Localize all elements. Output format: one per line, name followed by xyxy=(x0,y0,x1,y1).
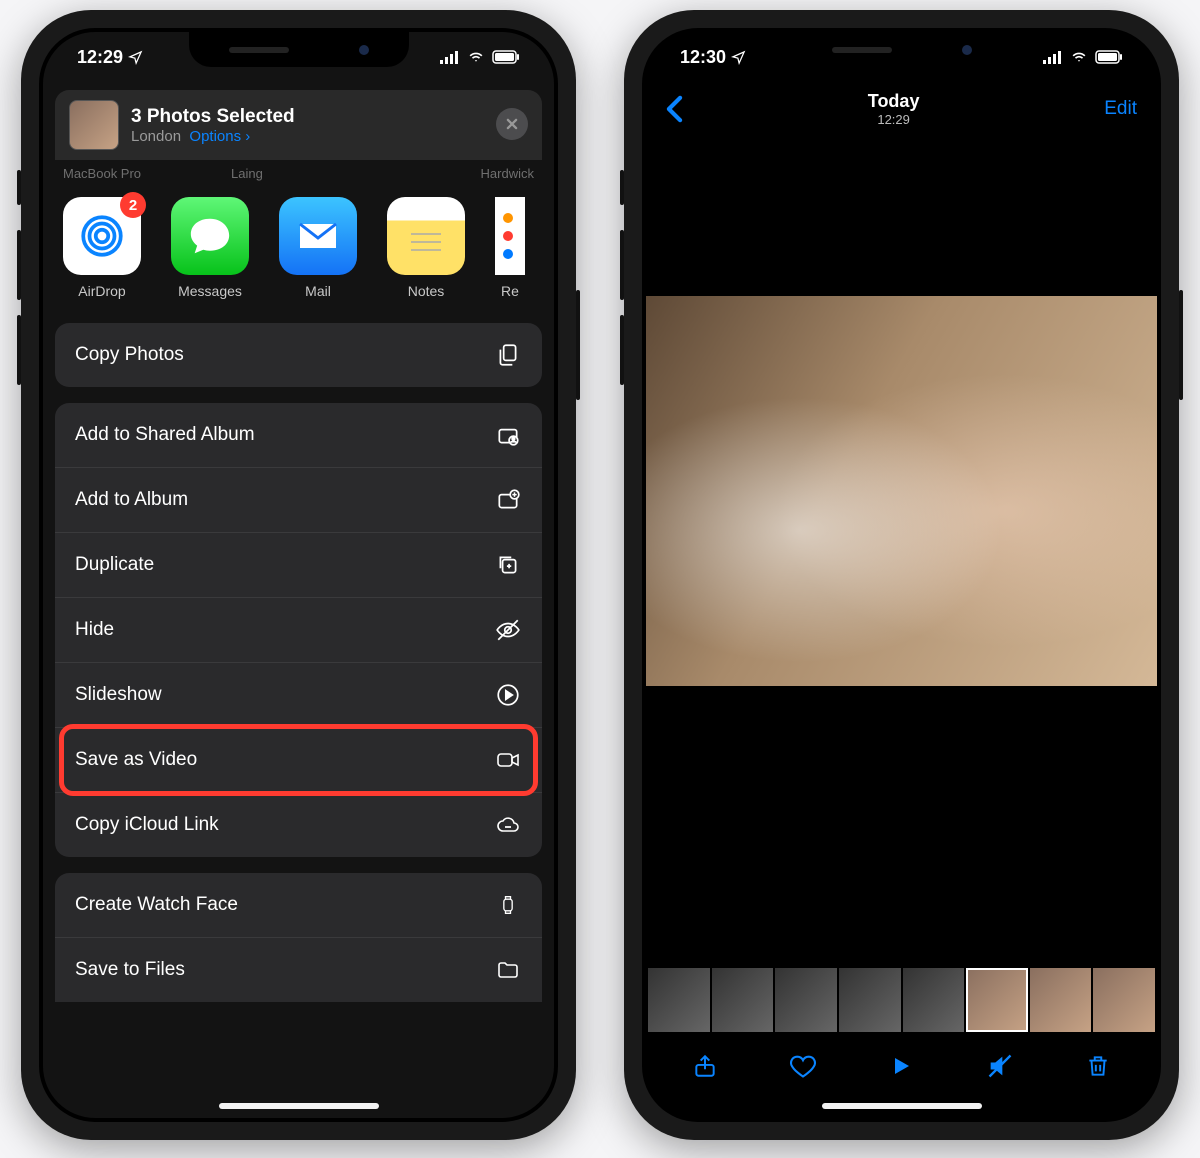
options-link[interactable]: Options › xyxy=(189,128,250,145)
share-button[interactable] xyxy=(685,1046,725,1086)
status-bar: 12:30 xyxy=(646,32,1157,82)
nav-bar: Today 12:29 Edit xyxy=(646,82,1157,136)
share-sheet-header: 3 Photos Selected London Options › xyxy=(55,90,542,160)
notes-app[interactable]: Notes xyxy=(387,197,465,299)
messages-icon xyxy=(171,197,249,275)
notes-icon xyxy=(387,197,465,275)
share-apps-row: 2 AirDrop Messages Mail xyxy=(43,181,554,315)
cell-signal-icon xyxy=(1043,50,1063,64)
selection-title: 3 Photos Selected xyxy=(131,106,528,128)
status-time: 12:29 xyxy=(77,47,123,68)
play-circle-icon xyxy=(494,681,522,709)
watch-icon xyxy=(494,891,522,919)
mail-app[interactable]: Mail xyxy=(279,197,357,299)
thumbnail[interactable] xyxy=(1093,968,1155,1032)
save-to-files-action[interactable]: Save to Files xyxy=(55,938,542,1002)
photo-toolbar xyxy=(646,1032,1157,1100)
thumbnail[interactable] xyxy=(775,968,837,1032)
airdrop-app[interactable]: 2 AirDrop xyxy=(63,197,141,299)
hide-icon xyxy=(494,616,522,644)
play-button[interactable] xyxy=(881,1046,921,1086)
home-indicator[interactable] xyxy=(822,1103,982,1109)
add-album-icon xyxy=(494,486,522,514)
wifi-icon xyxy=(1069,50,1089,64)
thumbnail[interactable] xyxy=(648,968,710,1032)
home-indicator[interactable] xyxy=(219,1103,379,1109)
favorite-button[interactable] xyxy=(783,1046,823,1086)
folder-icon xyxy=(494,956,522,984)
save-as-video-action[interactable]: Save as Video xyxy=(55,728,542,793)
trash-button[interactable] xyxy=(1078,1046,1118,1086)
location-arrow-icon xyxy=(731,50,746,65)
airdrop-badge: 2 xyxy=(120,192,146,218)
edit-button[interactable]: Edit xyxy=(1104,98,1137,120)
shared-album-icon xyxy=(494,421,522,449)
thumbnail[interactable] xyxy=(903,968,965,1032)
action-group-3: Create Watch Face Save to Files xyxy=(55,873,542,1002)
selection-location: London xyxy=(131,128,181,145)
wifi-icon xyxy=(466,50,486,64)
selection-thumbnail xyxy=(69,100,119,150)
slideshow-action[interactable]: Slideshow xyxy=(55,663,542,728)
phone-right: 12:30 Today 12:29 xyxy=(624,10,1179,1140)
thumbnail[interactable] xyxy=(1030,968,1092,1032)
nav-subtitle: 12:29 xyxy=(868,112,920,127)
hide-action[interactable]: Hide xyxy=(55,598,542,663)
copy-photos-action[interactable]: Copy Photos xyxy=(55,323,542,387)
location-arrow-icon xyxy=(128,50,143,65)
nav-title: Today xyxy=(868,91,920,112)
status-time: 12:30 xyxy=(680,47,726,68)
add-shared-album-action[interactable]: Add to Shared Album xyxy=(55,403,542,468)
duplicate-action[interactable]: Duplicate xyxy=(55,533,542,598)
action-group-1: Copy Photos xyxy=(55,323,542,387)
video-icon xyxy=(494,746,522,774)
reminders-icon xyxy=(495,197,525,275)
airdrop-target-labels: MacBook Pro Laing Hardwick xyxy=(43,166,554,181)
thumbnail-strip[interactable] xyxy=(646,968,1157,1032)
thumbnail[interactable] xyxy=(712,968,774,1032)
copy-icloud-link-action[interactable]: Copy iCloud Link xyxy=(55,793,542,857)
reminders-app-partial[interactable]: Re xyxy=(495,197,525,299)
mute-button[interactable] xyxy=(980,1046,1020,1086)
mail-icon xyxy=(279,197,357,275)
create-watch-face-action[interactable]: Create Watch Face xyxy=(55,873,542,938)
duplicate-icon xyxy=(494,551,522,579)
messages-app[interactable]: Messages xyxy=(171,197,249,299)
photo-viewer[interactable] xyxy=(646,296,1157,686)
cloud-link-icon xyxy=(494,811,522,839)
action-group-2: Add to Shared Album Add to Album Duplica… xyxy=(55,403,542,857)
copy-icon xyxy=(494,341,522,369)
back-button[interactable] xyxy=(666,95,683,123)
phone-left: 12:29 3 Photos Selected xyxy=(21,10,576,1140)
cell-signal-icon xyxy=(440,50,460,64)
battery-icon xyxy=(1095,50,1123,64)
thumbnail-current[interactable] xyxy=(966,968,1028,1032)
battery-icon xyxy=(492,50,520,64)
thumbnail[interactable] xyxy=(839,968,901,1032)
status-bar: 12:29 xyxy=(43,32,554,82)
close-button[interactable] xyxy=(496,108,528,140)
add-album-action[interactable]: Add to Album xyxy=(55,468,542,533)
